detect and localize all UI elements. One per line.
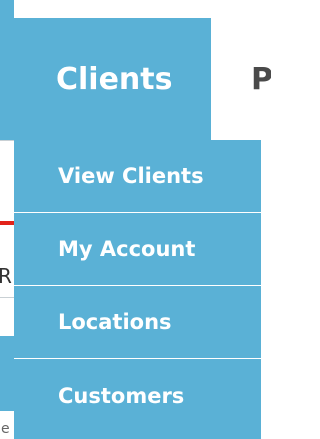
menu-item-view-clients[interactable]: View Clients [14,140,261,213]
menu-item-label: Customers [58,383,185,408]
background-text-fragment: R [0,264,12,288]
menu-item-label: My Account [58,237,196,261]
nav-tab-label: Clients [56,61,173,97]
background-blue-block-lower [0,336,14,411]
nav-tab-clients[interactable]: Clients [14,18,211,140]
menu-item-label: View Clients [58,164,204,188]
background-blue-block-top [0,0,14,140]
menu-item-label: Locations [58,310,172,334]
nav-tab-next[interactable]: P [211,18,271,140]
menu-item-customers[interactable]: Customers [14,359,261,432]
menu-item-locations[interactable]: Locations [14,286,261,359]
menu-item-my-account[interactable]: My Account [14,213,261,286]
nav-tab-label: P [251,61,271,97]
clients-dropdown-menu: View Clients My Account Locations Custom… [14,140,261,439]
background-right-strip [261,140,271,439]
background-text-fragment: e [1,421,10,437]
